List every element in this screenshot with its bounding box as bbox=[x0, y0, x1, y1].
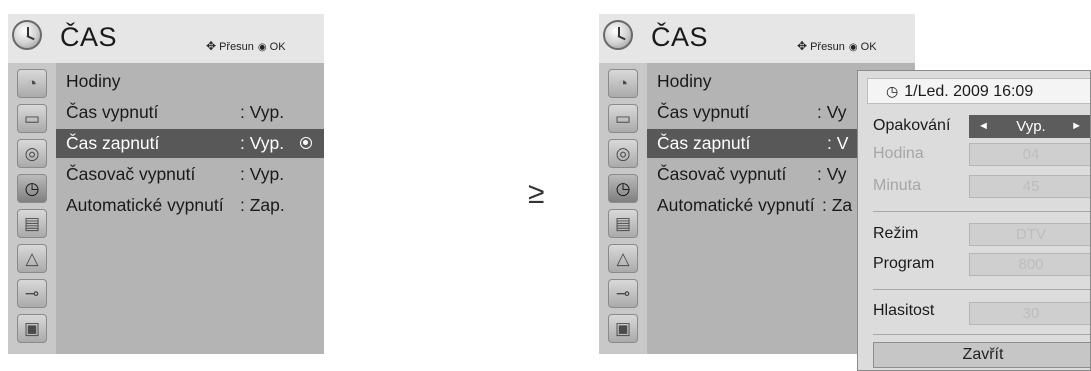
clock-icon bbox=[603, 20, 633, 50]
time-menu-panel-left: ČAS ✥ Přesun ◉ OK ◔ ▭ ◎ ◷ ▤ △ ⊸ ▣ Hodiny Ča… bbox=[8, 14, 324, 354]
minute-label: Minuta bbox=[873, 177, 922, 194]
clock-icon[interactable]: ◷ bbox=[17, 174, 47, 203]
ok-button-icon: ◉ bbox=[257, 42, 267, 53]
speaker-icon[interactable]: ◎ bbox=[17, 139, 47, 168]
right-arrow-icon[interactable]: ► bbox=[1071, 116, 1082, 137]
menu-item-sleep-timer[interactable]: Časovač vypnutí : Vyp. bbox=[56, 160, 324, 189]
menu-item-value: : Vy bbox=[817, 102, 847, 122]
repeat-label: Opakování bbox=[873, 117, 951, 134]
menu-item-label: Časovač vypnutí bbox=[657, 164, 787, 184]
enter-indicator-icon bbox=[300, 137, 312, 149]
lock-icon[interactable]: ▤ bbox=[17, 209, 47, 238]
menu-item-value: : Vy bbox=[817, 164, 847, 184]
menu-item-auto-off[interactable]: Automatické vypnutí : Zap. bbox=[56, 191, 324, 220]
hint-move-label: Přesun bbox=[810, 41, 845, 53]
menu-item-on-time[interactable]: Čas zapnutí : Vyp. bbox=[56, 129, 324, 158]
volume-label: Hlasitost bbox=[873, 302, 935, 319]
menu-item-value: : Zap. bbox=[240, 195, 285, 215]
menu-item-label: Časovač vypnutí bbox=[66, 164, 196, 184]
menu-item-label: Čas zapnutí bbox=[657, 133, 751, 153]
menu-item-value: : Za bbox=[822, 195, 853, 215]
on-time-settings-popup: ◷ 1/Led. 2009 16:09 Opakování ◄ Vyp. ► Hodi… bbox=[857, 70, 1091, 371]
mode-label: Režim bbox=[873, 225, 919, 242]
category-icon-bar: ◔ ▭ ◎ ◷ ▤ △ ⊸ ▣ bbox=[8, 63, 56, 354]
menu-header: ČAS ✥ Přesun ◉ OK bbox=[8, 14, 324, 63]
repeat-selector[interactable]: ◄ Vyp. ► bbox=[969, 115, 1090, 138]
transition-arrow: ≥ bbox=[528, 177, 545, 210]
lock-icon[interactable]: ▤ bbox=[608, 209, 638, 238]
menu-item-label: Hodiny bbox=[66, 71, 121, 91]
satellite-dish-icon[interactable]: ◔ bbox=[17, 69, 47, 98]
menu-item-off-time[interactable]: Čas vypnutí : Vyp. bbox=[56, 98, 324, 127]
menu-item-label: Čas vypnutí bbox=[657, 102, 750, 122]
menu-item-clock[interactable]: Hodiny bbox=[56, 67, 324, 96]
left-arrow-icon[interactable]: ◄ bbox=[978, 116, 989, 137]
current-datetime: ◷ 1/Led. 2009 16:09 bbox=[867, 78, 1090, 104]
plug-icon[interactable]: ⊸ bbox=[608, 279, 638, 308]
satellite-dish-icon[interactable]: ◔ bbox=[608, 69, 638, 98]
menu-title: ČAS bbox=[60, 22, 118, 52]
hour-label: Hodina bbox=[873, 145, 924, 162]
hint-ok-label: OK bbox=[269, 41, 286, 53]
menu-item-value: : Vyp. bbox=[240, 102, 285, 122]
plug-icon[interactable]: ⊸ bbox=[17, 279, 47, 308]
menu-item-value: : V bbox=[827, 133, 849, 153]
navigation-hint: ✥ Přesun ◉ OK bbox=[206, 39, 286, 53]
hint-move-label: Přesun bbox=[219, 41, 254, 53]
divider bbox=[873, 211, 1090, 212]
clock-icon[interactable]: ◷ bbox=[608, 174, 638, 203]
menu-list: Hodiny Čas vypnutí : Vyp. Čas zapnutí : … bbox=[56, 63, 324, 354]
menu-item-label: Čas zapnutí bbox=[66, 133, 160, 153]
hour-field[interactable]: 04 bbox=[969, 143, 1090, 166]
program-field[interactable]: 800 bbox=[969, 253, 1090, 276]
ok-button-icon: ◉ bbox=[848, 42, 858, 53]
close-button[interactable]: Zavřít bbox=[873, 342, 1090, 368]
menu-item-value: : Vyp. bbox=[240, 133, 285, 153]
padlock-icon[interactable]: △ bbox=[608, 244, 638, 273]
move-arrows-icon: ✥ bbox=[206, 39, 217, 53]
menu-item-label: Čas vypnutí bbox=[66, 102, 159, 122]
tv-screen-icon[interactable]: ▭ bbox=[608, 104, 638, 133]
datetime-text: 1/Led. 2009 16:09 bbox=[904, 83, 1034, 100]
navigation-hint: ✥ Přesun ◉ OK bbox=[797, 39, 877, 53]
mode-field[interactable]: DTV bbox=[969, 223, 1090, 246]
photo-icon[interactable]: ▣ bbox=[17, 314, 47, 343]
repeat-value: Vyp. bbox=[1016, 118, 1046, 135]
clock-icon: ◷ bbox=[886, 83, 899, 99]
hint-ok-label: OK bbox=[860, 41, 877, 53]
menu-item-on-time[interactable]: Čas zapnutí : V bbox=[647, 129, 857, 158]
minute-field[interactable]: 45 bbox=[969, 175, 1090, 198]
program-label: Program bbox=[873, 255, 935, 272]
menu-item-label: Hodiny bbox=[657, 71, 712, 91]
divider bbox=[873, 334, 1090, 335]
photo-icon[interactable]: ▣ bbox=[608, 314, 638, 343]
menu-item-label: Automatické vypnutí bbox=[657, 195, 815, 215]
menu-title: ČAS bbox=[651, 22, 709, 52]
padlock-icon[interactable]: △ bbox=[17, 244, 47, 273]
move-arrows-icon: ✥ bbox=[797, 39, 808, 53]
category-icon-bar: ◔ ▭ ◎ ◷ ▤ △ ⊸ ▣ bbox=[599, 63, 647, 354]
divider bbox=[873, 289, 1090, 290]
speaker-icon[interactable]: ◎ bbox=[608, 139, 638, 168]
menu-item-label: Automatické vypnutí bbox=[66, 195, 224, 215]
tv-screen-icon[interactable]: ▭ bbox=[17, 104, 47, 133]
menu-item-value: : Vyp. bbox=[240, 164, 285, 184]
volume-field[interactable]: 30 bbox=[969, 302, 1090, 325]
clock-icon bbox=[12, 20, 42, 50]
menu-header: ČAS ✥ Přesun ◉ OK bbox=[599, 14, 915, 63]
